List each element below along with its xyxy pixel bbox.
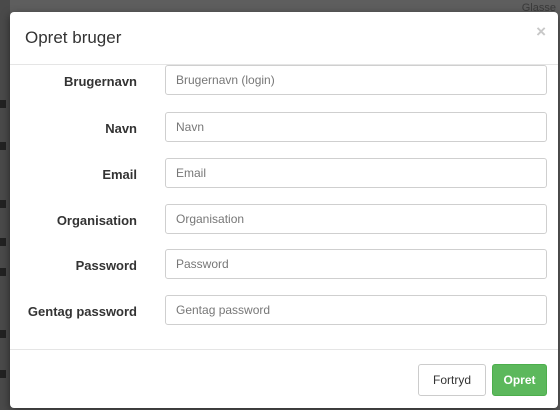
repeat-password-input[interactable] xyxy=(165,295,547,325)
form-row-password: Password xyxy=(10,249,558,283)
background-mark xyxy=(0,330,6,338)
organisation-input[interactable] xyxy=(165,204,547,234)
form-row-name: Navn xyxy=(10,112,558,146)
form-row-email: Email xyxy=(10,158,558,192)
background-mark xyxy=(0,268,6,276)
email-label: Email xyxy=(102,167,137,182)
form-row-username: Brugernavn xyxy=(10,65,558,99)
background-mark xyxy=(0,370,6,378)
background-page-edge xyxy=(0,0,10,410)
password-label: Password xyxy=(75,258,137,273)
modal-header: Opret bruger × xyxy=(10,12,558,65)
background-mark xyxy=(0,200,6,208)
email-input[interactable] xyxy=(165,158,547,188)
modal-footer: Fortryd Opret xyxy=(10,349,558,408)
create-button[interactable]: Opret xyxy=(492,364,547,396)
username-label: Brugernavn xyxy=(64,74,137,89)
form-row-repeat-password: Gentag password xyxy=(10,295,558,329)
username-input[interactable] xyxy=(165,65,547,95)
repeat-password-label: Gentag password xyxy=(27,304,137,319)
modal-title: Opret bruger xyxy=(25,28,122,47)
name-label: Navn xyxy=(105,121,137,136)
background-mark xyxy=(0,100,6,108)
name-input[interactable] xyxy=(165,112,547,142)
background-mark xyxy=(0,142,6,150)
background-mark xyxy=(0,238,6,246)
create-user-modal: Opret bruger × Brugernavn Navn Email Org… xyxy=(10,12,558,408)
form-row-organisation: Organisation xyxy=(10,204,558,238)
cancel-button[interactable]: Fortryd xyxy=(418,364,486,396)
password-input[interactable] xyxy=(165,249,547,279)
organisation-label: Organisation xyxy=(56,213,137,228)
close-icon[interactable]: × xyxy=(536,23,546,40)
